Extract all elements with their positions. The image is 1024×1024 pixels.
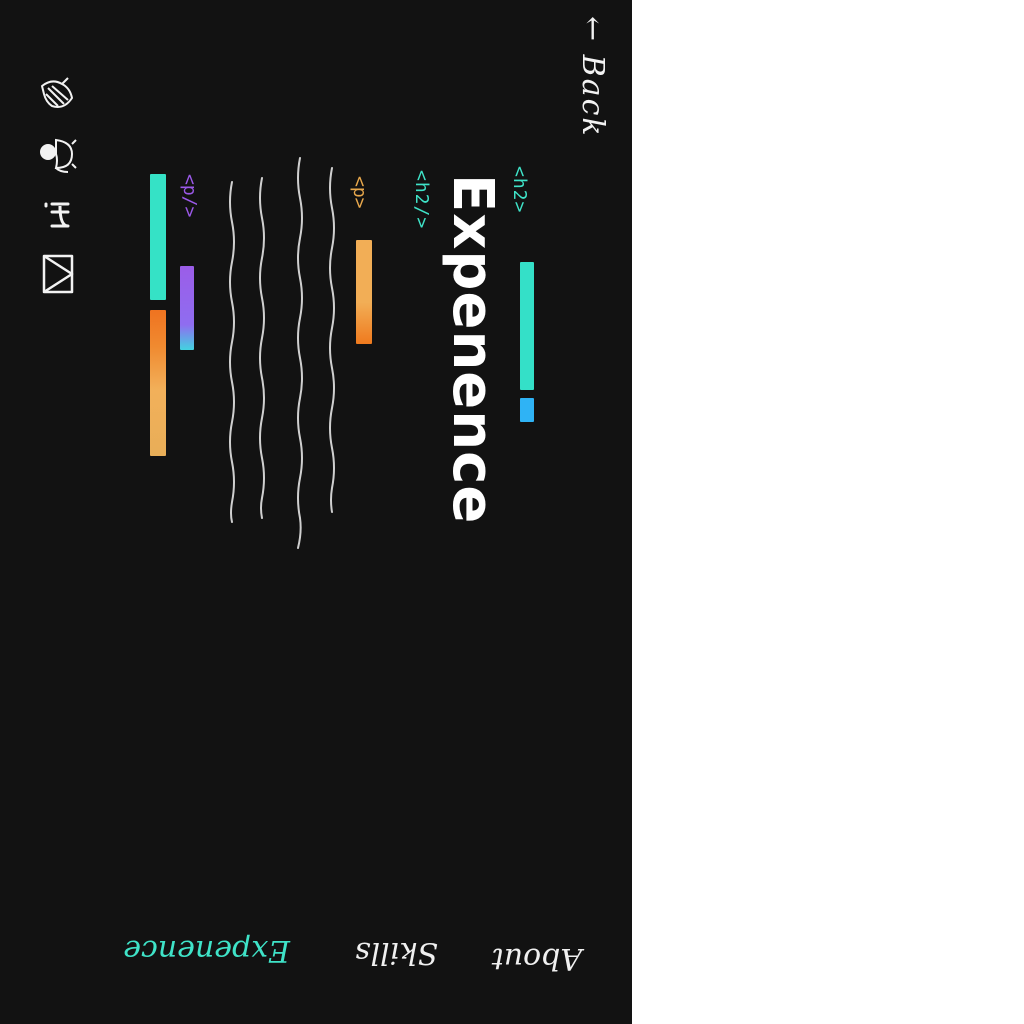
p-close-accent-bar bbox=[180, 266, 194, 350]
h2-accent-bar bbox=[520, 262, 534, 390]
page-title: Expenence bbox=[440, 174, 505, 525]
bird-icon[interactable] bbox=[38, 74, 78, 114]
h2-open-tag: <h2> bbox=[509, 166, 530, 214]
placeholder-line bbox=[329, 167, 335, 513]
blank-area bbox=[632, 0, 1024, 1024]
p-close-tag: <p/> bbox=[179, 174, 200, 218]
placeholder-line bbox=[229, 181, 235, 523]
paragraph-placeholder-lines bbox=[229, 157, 335, 549]
nav-about[interactable]: About bbox=[492, 941, 582, 976]
back-link[interactable]: ← Back bbox=[575, 16, 610, 138]
h2-accent-bar-blue bbox=[520, 398, 534, 422]
screen: ← Back <h2> <h2/> Expenence <p> <p/> Abo… bbox=[0, 0, 632, 1024]
nav-experience[interactable]: Expenence bbox=[123, 933, 290, 968]
p-accent-bar bbox=[356, 240, 372, 344]
nav-skills[interactable]: Skills bbox=[355, 935, 438, 970]
github-icon[interactable] bbox=[38, 134, 78, 174]
h2-close-tag: <h2/> bbox=[411, 170, 432, 230]
mail-icon[interactable] bbox=[38, 252, 78, 294]
left-accent-bar-orange bbox=[150, 310, 166, 456]
linkedin-icon[interactable] bbox=[38, 196, 78, 236]
p-open-tag: <p> bbox=[349, 176, 370, 209]
left-accent-bar-teal bbox=[150, 174, 166, 300]
placeholder-line bbox=[297, 157, 303, 549]
placeholder-line bbox=[259, 177, 265, 519]
